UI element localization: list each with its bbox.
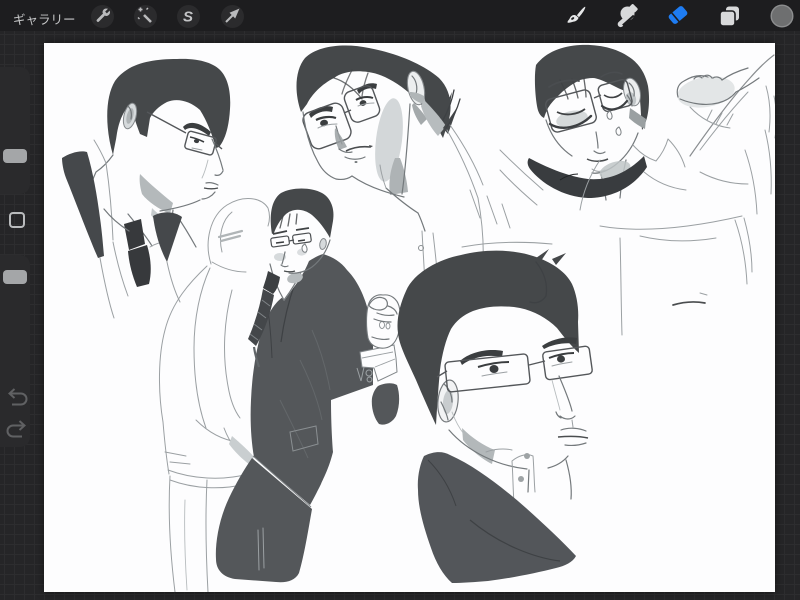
svg-text:S: S [183, 9, 193, 26]
